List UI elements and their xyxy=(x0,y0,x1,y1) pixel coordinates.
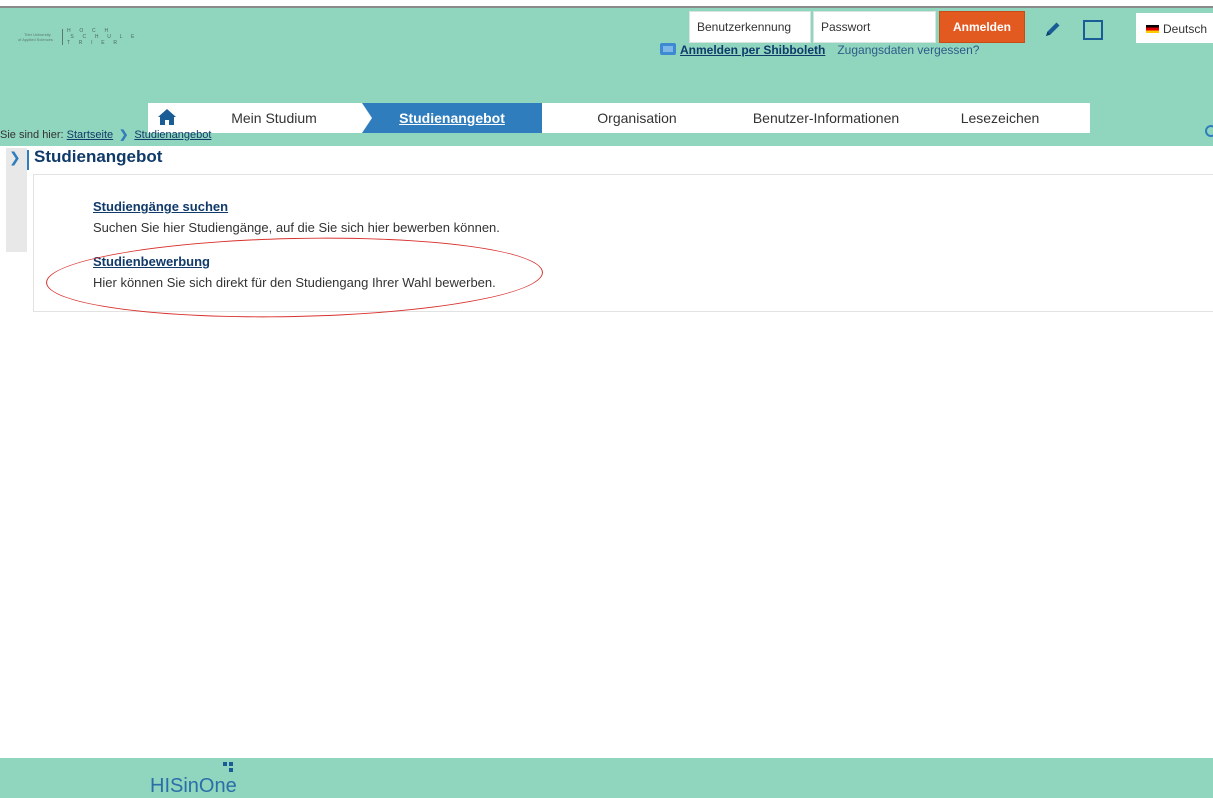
password-input[interactable]: Passwort xyxy=(813,11,936,43)
shibboleth-icon xyxy=(660,43,676,55)
shibboleth-row: Anmelden per Shibboleth Zugangsdaten verg… xyxy=(660,43,979,63)
nav-item-mein-studium[interactable]: Mein Studium xyxy=(186,103,362,133)
shibboleth-login-link[interactable]: Anmelden per Shibboleth xyxy=(680,43,825,57)
square-icon[interactable] xyxy=(1083,20,1103,40)
breadcrumb-item-studienangebot[interactable]: Studienangebot xyxy=(134,129,211,141)
username-input[interactable]: Benutzerkennung xyxy=(689,11,811,43)
pencil-icon[interactable] xyxy=(1043,19,1063,39)
german-flag-icon xyxy=(1146,25,1159,33)
main-navigation: Mein Studium Studienangebot Organisation… xyxy=(148,103,1090,133)
university-logo[interactable]: Trier University of Applied Sciences H O… xyxy=(18,27,134,47)
footer: HISinOne xyxy=(0,758,1213,798)
breadcrumb-item-startseite[interactable]: Startseite xyxy=(67,129,113,141)
nav-item-studienangebot[interactable]: Studienangebot xyxy=(362,103,542,133)
title-accent xyxy=(27,150,29,170)
help-icon[interactable] xyxy=(1205,125,1213,137)
breadcrumb: Sie sind hier: Startseite ❯ Studienangebot xyxy=(0,128,211,144)
breadcrumb-prefix: Sie sind hier: xyxy=(0,129,64,141)
language-label: Deutsch xyxy=(1163,22,1208,36)
header: Trier University of Applied Sciences H O… xyxy=(0,8,1213,146)
logo-wordmark: H O C H S C H U L E T R I E R xyxy=(67,28,137,46)
description-studiengaenge-suchen: Suchen Sie hier Studiengänge, auf die Si… xyxy=(93,220,500,235)
login-button[interactable]: Anmelden xyxy=(939,11,1025,43)
logo-divider xyxy=(62,29,63,45)
nav-item-lesezeichen[interactable]: Lesezeichen xyxy=(920,103,1080,133)
top-border xyxy=(0,0,1213,8)
nav-item-studienangebot-label: Studienangebot xyxy=(399,110,505,126)
forgot-credentials-link[interactable]: Zugangsdaten vergessen? xyxy=(837,43,979,57)
nav-item-organisation[interactable]: Organisation xyxy=(542,103,732,133)
page-title: Studienangebot xyxy=(34,147,163,166)
link-studiengaenge-suchen[interactable]: Studiengänge suchen xyxy=(93,199,228,214)
breadcrumb-separator-icon: ❯ xyxy=(119,129,129,141)
logo-subline-2: of Applied Sciences xyxy=(18,37,53,42)
chevron-right-icon[interactable]: ❯ xyxy=(9,150,21,166)
nav-item-benutzer-informationen[interactable]: Benutzer-Informationen xyxy=(732,103,920,133)
footer-brand-logo: HISinOne xyxy=(150,775,237,797)
language-selector[interactable]: Deutsch xyxy=(1136,13,1213,43)
brand-dots-icon xyxy=(221,762,241,778)
